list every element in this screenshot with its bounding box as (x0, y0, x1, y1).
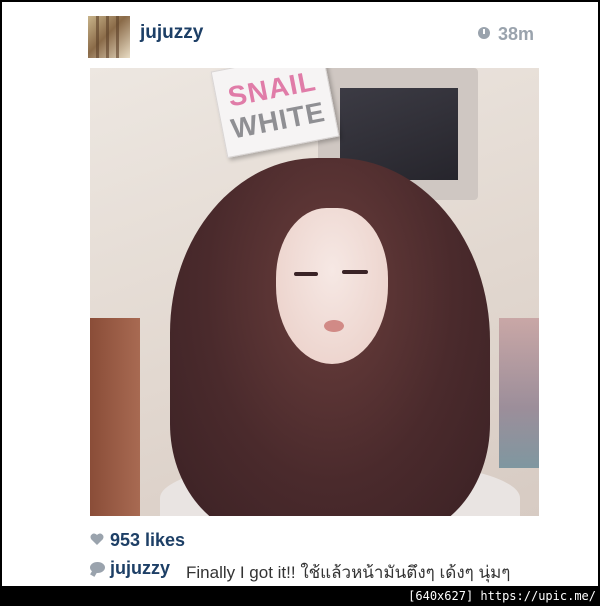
left-eye (294, 272, 318, 276)
bookshelf (499, 318, 539, 468)
heart-icon (90, 533, 104, 545)
watermark: [640x627] https://upic.me/ (404, 586, 600, 606)
likes-count[interactable]: 953 likes (110, 530, 185, 551)
comment-bubble-icon (90, 562, 105, 573)
right-eye (342, 270, 368, 274)
face (276, 208, 388, 364)
caption-username[interactable]: jujuzzy (110, 558, 170, 579)
post-time: 38m (497, 24, 534, 44)
lips (324, 320, 344, 332)
post-username[interactable]: jujuzzy (140, 22, 203, 44)
post-photo[interactable]: SNAIL WHITE (90, 68, 539, 516)
post-header: jujuzzy 38m (2, 2, 598, 68)
instagram-post-card: jujuzzy 38m SNAIL WHITE 953 likes jujuzz… (2, 2, 598, 586)
caption-text: Finally I got it!! ใช้แล้วหน้ามันตึงๆ เด… (186, 563, 511, 582)
user-avatar[interactable] (88, 16, 130, 58)
clock-icon (478, 27, 490, 39)
door (90, 318, 140, 516)
